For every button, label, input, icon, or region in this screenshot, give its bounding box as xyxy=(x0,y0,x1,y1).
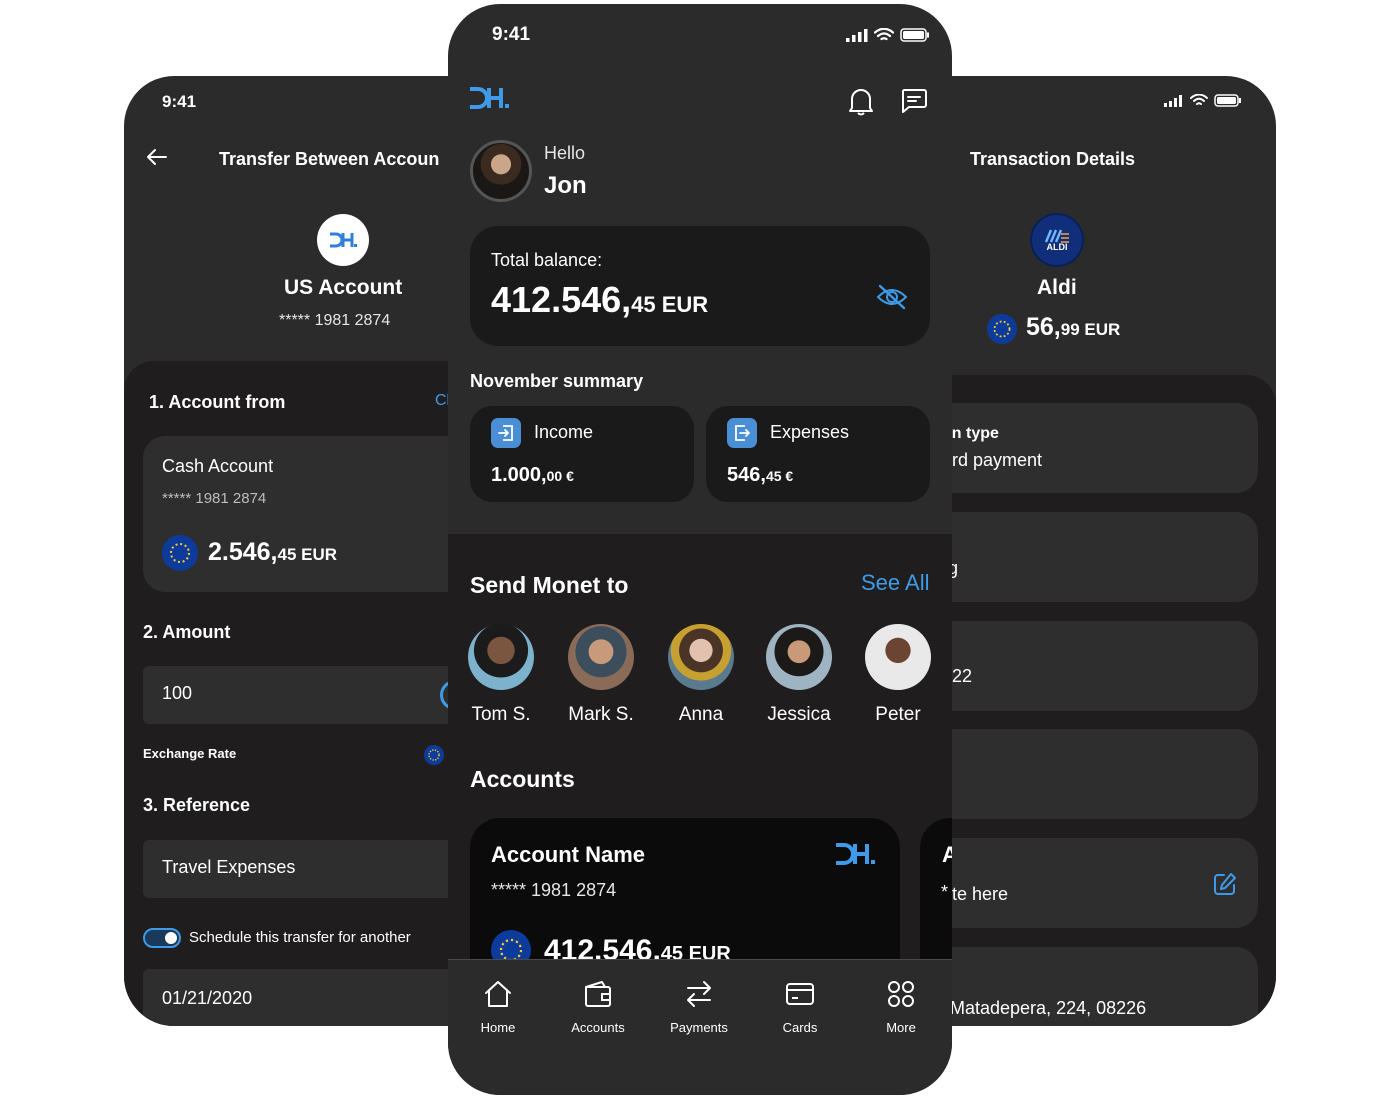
status-bar-icons xyxy=(846,28,930,42)
greeting-text: Hello xyxy=(544,143,586,163)
card-bank-logo-icon xyxy=(834,842,878,871)
from-account-balance: 2.546,45 EUR xyxy=(208,538,338,566)
from-account-number: ***** 1981 2874 xyxy=(162,490,267,507)
user-name: Jon xyxy=(544,172,587,199)
amount-value: 100 xyxy=(162,683,193,703)
merchant-logo-text: ALDI xyxy=(1046,241,1068,252)
wallet-icon xyxy=(585,981,611,1007)
nav-accounts[interactable]: Accounts xyxy=(548,979,648,1035)
card-icon xyxy=(786,983,814,1005)
bank-logo-icon xyxy=(317,214,369,266)
detail-row-4 xyxy=(898,729,1258,819)
total-balance-label: Total balance: xyxy=(491,250,603,270)
user-avatar[interactable] xyxy=(470,140,532,202)
nav-label: Accounts xyxy=(571,1020,625,1035)
merchant-name: Aldi xyxy=(1037,276,1077,299)
page-title: Transaction Details xyxy=(970,149,1136,169)
schedule-label: Schedule this transfer for another xyxy=(189,929,411,946)
status-bar-icons xyxy=(1164,94,1242,107)
back-arrow-icon[interactable] xyxy=(146,148,168,171)
detail-row-note[interactable] xyxy=(898,838,1258,928)
hide-balance-icon[interactable] xyxy=(876,284,908,315)
nav-cards[interactable]: Cards xyxy=(750,979,850,1035)
wifi-icon xyxy=(1190,94,1208,105)
nav-home[interactable]: Home xyxy=(448,979,548,1035)
total-balance-value: 412.546,45 EUR xyxy=(491,279,709,320)
page-title: Transfer Between Accoun xyxy=(219,149,440,169)
account-title: US Account xyxy=(284,276,403,299)
contact-name: Jessica xyxy=(767,704,831,725)
account-card-number: ***** 1981 2874 xyxy=(491,880,617,900)
detail-row-2 xyxy=(898,512,1258,602)
message-icon[interactable] xyxy=(900,88,928,119)
next-card-number: * xyxy=(941,882,949,902)
section-amount: 2. Amount xyxy=(143,622,231,642)
transaction-amount: 56,99 EUR xyxy=(1026,313,1121,341)
eu-flag-icon xyxy=(987,314,1017,349)
edit-icon[interactable] xyxy=(1212,871,1238,902)
note-value: te here xyxy=(952,884,1009,904)
nav-payments[interactable]: Payments xyxy=(649,979,749,1035)
contact-peter[interactable]: Peter xyxy=(853,624,943,726)
reference-value: Travel Expenses xyxy=(162,857,296,877)
bank-logo-icon xyxy=(468,86,512,115)
date-value: 01/21/2020 xyxy=(162,988,253,1008)
send-money-title: Send Monet to xyxy=(470,572,629,598)
account-card-name: Account Name xyxy=(491,842,646,867)
expenses-icon xyxy=(727,418,757,448)
nav-label: More xyxy=(886,1020,916,1035)
contact-name: Mark S. xyxy=(568,704,634,725)
income-icon xyxy=(491,418,521,448)
detail-type-value: rd payment xyxy=(952,450,1043,470)
battery-icon xyxy=(1214,94,1241,107)
home-screen: 9:41 Hello Jon Total balance: 412.546,45… xyxy=(448,4,952,1095)
contact-tom[interactable]: Tom S. xyxy=(456,624,546,726)
nav-more[interactable]: More xyxy=(851,979,951,1035)
expenses-value: 546,45 € xyxy=(727,464,794,486)
address-value: Matadepera, 224, 08226 xyxy=(950,998,1147,1018)
eu-flag-icon xyxy=(162,535,198,576)
nav-label: Home xyxy=(480,1020,516,1035)
nav-label: Cards xyxy=(782,1020,818,1035)
signal-icon xyxy=(1164,94,1182,107)
contact-avatar xyxy=(568,624,634,690)
status-time: 9:41 xyxy=(492,24,531,45)
nav-label: Payments xyxy=(670,1020,728,1035)
section-account-from: 1. Account from xyxy=(149,392,286,412)
grid-icon xyxy=(888,981,914,1007)
battery-icon xyxy=(900,28,929,42)
transfer-arrows-icon xyxy=(687,981,711,1007)
next-card-name: A xyxy=(942,842,952,867)
account-number: ***** 1981 2874 xyxy=(279,312,391,329)
detail-row-type xyxy=(898,403,1258,493)
merchant-logo: ALDI xyxy=(1030,213,1084,267)
contact-avatar xyxy=(865,624,931,690)
contact-avatar xyxy=(468,624,534,690)
contact-name: Anna xyxy=(678,704,724,725)
income-label: Income xyxy=(534,422,594,442)
contact-mark[interactable]: Mark S. xyxy=(556,624,646,726)
bell-icon[interactable] xyxy=(848,86,874,121)
status-time: 9:41 xyxy=(162,92,197,111)
summary-title: November summary xyxy=(470,371,644,391)
contact-name: Tom S. xyxy=(471,704,531,725)
eu-flag-small-icon xyxy=(424,745,444,770)
contact-avatar xyxy=(766,624,832,690)
detail-row-3-value: 22 xyxy=(952,666,973,686)
from-account-name: Cash Account xyxy=(162,456,274,476)
contact-avatar xyxy=(668,624,734,690)
exchange-rate-label: Exchange Rate xyxy=(143,746,237,761)
home-icon xyxy=(485,981,511,1007)
contact-name: Peter xyxy=(875,704,921,725)
see-all-link[interactable]: See All xyxy=(861,570,930,596)
schedule-toggle[interactable] xyxy=(143,928,181,948)
wifi-icon xyxy=(874,28,894,41)
expenses-label: Expenses xyxy=(770,422,850,442)
signal-icon xyxy=(846,28,868,42)
contact-anna[interactable]: Anna xyxy=(656,624,746,726)
contact-jessica[interactable]: Jessica xyxy=(754,624,844,726)
section-reference: 3. Reference xyxy=(143,795,251,815)
income-value: 1.000,00 € xyxy=(491,464,574,486)
accounts-title: Accounts xyxy=(470,766,575,792)
